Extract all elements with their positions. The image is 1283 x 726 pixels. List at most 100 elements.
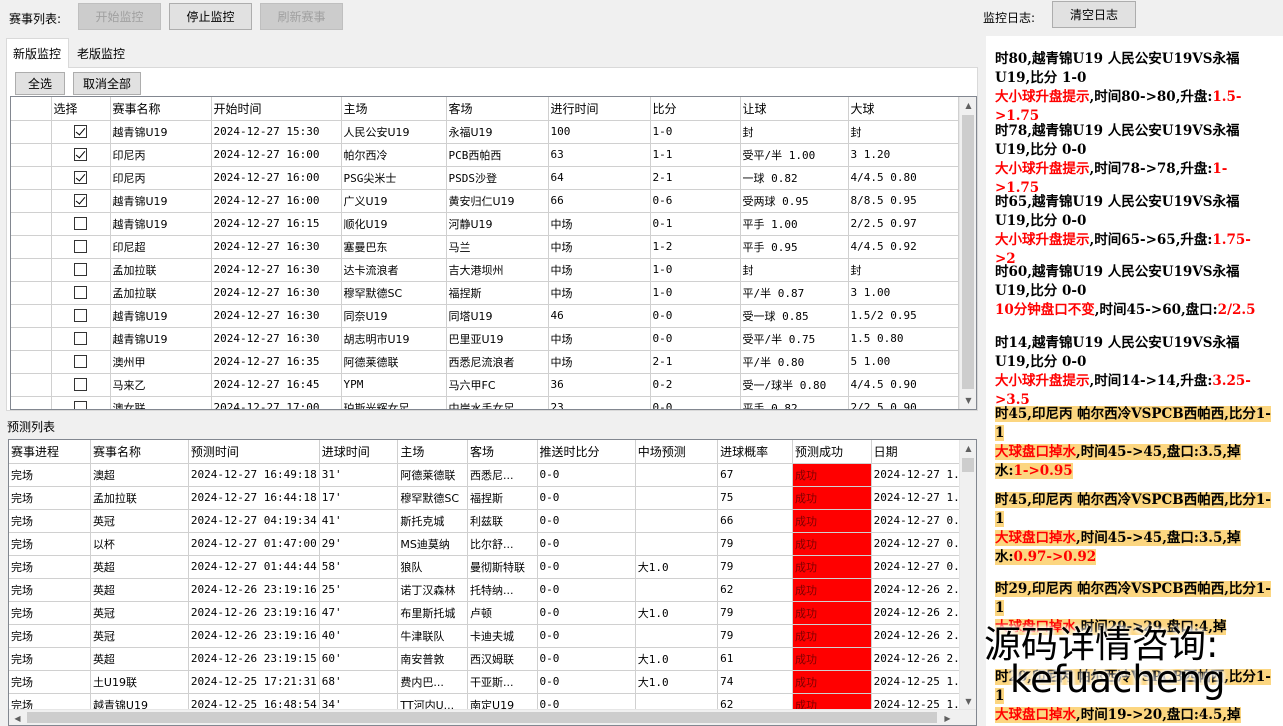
pred-scroll-down-icon[interactable]: ▼: [960, 693, 976, 710]
stop-monitor-button[interactable]: 停止监控: [169, 3, 252, 30]
select-checkbox[interactable]: [74, 286, 87, 300]
table-row[interactable]: 完场 英超 2024-12-26 23:19:15 60' 南安普敦 西汉姆联 0-0 大1.…: [9, 647, 976, 671]
cell-away: 福捏斯: [467, 486, 538, 510]
table-row[interactable]: 越青锦U19 2024-12-27 16:00 广义U19 黄安归仁U19 66 0-6 受…: [11, 189, 959, 213]
matches-scrollbar[interactable]: ▲ ▼: [959, 97, 976, 409]
column-header[interactable]: 进球概率: [717, 440, 793, 464]
column-header[interactable]: 预测成功: [792, 440, 872, 464]
select-cell[interactable]: [51, 258, 111, 282]
select-checkbox[interactable]: [74, 332, 87, 346]
table-row[interactable]: 完场 以杯 2024-12-27 01:47:00 29' MS迪莫纳 比尔舒... 0-0…: [9, 532, 976, 556]
column-header[interactable]: 预测时间: [188, 440, 320, 464]
table-row[interactable]: 完场 土U19联 2024-12-25 17:21:31 68' 费内巴... 干亚斯..…: [9, 670, 976, 694]
row-header-cell: [11, 396, 52, 409]
select-checkbox[interactable]: [74, 217, 87, 231]
cell-league: 印尼丙: [110, 166, 212, 190]
select-cell[interactable]: [51, 120, 111, 144]
scroll-up-icon[interactable]: ▲: [960, 97, 976, 114]
table-row[interactable]: 澳州甲 2024-12-27 16:35 阿德莱德联 西悉尼流浪者 中场 2-1 平/半 0…: [11, 350, 959, 374]
column-header[interactable]: 比分: [650, 97, 741, 121]
select-cell[interactable]: [51, 212, 111, 236]
table-row[interactable]: 澳女联 2024-12-27 17:00 珀斯光辉女足 中岸水手女足 23 0-0 平手 0…: [11, 396, 959, 409]
column-header[interactable]: 推送时比分: [537, 440, 636, 464]
column-header[interactable]: 让球: [740, 97, 849, 121]
predictions-hscrollbar[interactable]: ◀ ▶: [9, 709, 976, 725]
pred-scroll-left-icon[interactable]: ◀: [9, 710, 26, 725]
select-checkbox[interactable]: [74, 171, 87, 185]
table-row[interactable]: 马来乙 2024-12-27 16:45 YPM 马六甲FC 36 0-2 受一/球半 0.…: [11, 373, 959, 397]
table-row[interactable]: 完场 澳超 2024-12-27 16:49:18 31' 阿德莱德联 西悉尼... 0-0…: [9, 463, 976, 487]
column-header[interactable]: 赛事名称: [90, 440, 189, 464]
select-cell[interactable]: [51, 189, 111, 213]
column-header[interactable]: 进行时间: [548, 97, 651, 121]
deselect-all-button[interactable]: 取消全部: [73, 72, 141, 95]
select-cell[interactable]: [51, 143, 111, 167]
pred-scroll-up-icon[interactable]: ▲: [960, 440, 976, 457]
table-row[interactable]: 孟加拉联 2024-12-27 16:30 穆罕默德SC 福捏斯 中场 1-0 平/半 0.…: [11, 281, 959, 305]
column-header[interactable]: 赛事名称: [110, 97, 212, 121]
select-cell[interactable]: [51, 373, 111, 397]
table-row[interactable]: 完场 英冠 2024-12-27 04:19:34 41' 斯托克城 利兹联 0-0 66 成功…: [9, 509, 976, 533]
select-checkbox[interactable]: [74, 378, 87, 392]
tab-old-monitor[interactable]: 老版监控: [71, 38, 131, 68]
column-header[interactable]: 客场: [446, 97, 549, 121]
table-row[interactable]: 完场 英超 2024-12-27 01:44:44 58' 狼队 曼彻斯特联 0-0 大1.0…: [9, 555, 976, 579]
cell-league: 英冠: [90, 601, 189, 625]
log-change: 0.97->0.92: [1013, 549, 1097, 565]
select-checkbox[interactable]: [74, 355, 87, 369]
cell-handicap: 受平/半 0.75: [740, 327, 849, 351]
select-cell[interactable]: [51, 396, 111, 409]
start-monitor-button[interactable]: 开始监控: [78, 3, 161, 30]
select-checkbox[interactable]: [74, 125, 87, 139]
select-cell[interactable]: [51, 281, 111, 305]
table-row[interactable]: 越青锦U19 2024-12-27 16:15 顺化U19 河静U19 中场 0-1 平手 …: [11, 212, 959, 236]
column-header[interactable]: 客场: [467, 440, 538, 464]
column-header[interactable]: 主场: [341, 97, 447, 121]
table-row[interactable]: 完场 孟加拉联 2024-12-27 16:44:18 17' 穆罕默德SC 福捏斯 0-0…: [9, 486, 976, 510]
scroll-thumb[interactable]: [962, 115, 974, 389]
table-row[interactable]: 完场 英冠 2024-12-26 23:19:16 40' 牛津联队 卡迪夫城 0-0 79 成…: [9, 624, 976, 648]
cell-handicap: 一球 0.82: [740, 166, 849, 190]
select-cell[interactable]: [51, 350, 111, 374]
table-row[interactable]: 印尼丙 2024-12-27 16:00 PSG尖米士 PSDS沙登 64 2-1 一球 0…: [11, 166, 959, 190]
pred-hscroll-thumb[interactable]: [27, 712, 937, 723]
select-checkbox[interactable]: [74, 401, 87, 409]
table-row[interactable]: 越青锦U19 2024-12-27 16:30 胡志明市U19 巴里亚U19 中场 0-0…: [11, 327, 959, 351]
column-header[interactable]: 大球: [848, 97, 959, 121]
table-row[interactable]: 越青锦U19 2024-12-27 15:30 人民公安U19 永福U19 100 1-0…: [11, 120, 959, 144]
column-header[interactable]: 中场预测: [635, 440, 719, 464]
column-header[interactable]: 开始时间: [211, 97, 342, 121]
scroll-down-icon[interactable]: ▼: [960, 392, 976, 409]
select-cell[interactable]: [51, 304, 111, 328]
table-row[interactable]: 印尼超 2024-12-27 16:30 塞曼巴东 马兰 中场 1-2 平手 0.95 4/4…: [11, 235, 959, 259]
column-header[interactable]: 进球时间: [319, 440, 399, 464]
select-checkbox[interactable]: [74, 240, 87, 254]
tab-new-monitor[interactable]: 新版监控: [6, 38, 69, 68]
cell-result: 成功: [792, 670, 872, 694]
select-checkbox[interactable]: [74, 309, 87, 323]
select-cell[interactable]: [51, 327, 111, 351]
pred-scroll-thumb[interactable]: [962, 458, 974, 472]
select-checkbox[interactable]: [74, 148, 87, 162]
select-all-button[interactable]: 全选: [15, 72, 65, 95]
refresh-matches-button[interactable]: 刷新赛事: [260, 3, 343, 30]
table-row[interactable]: 印尼丙 2024-12-27 16:00 帕尔西冷 PCB西帕西 63 1-1 受平/半 1…: [11, 143, 959, 167]
clear-log-button[interactable]: 清空日志: [1052, 1, 1136, 28]
log-text: 时80,越青锦U19 人民公安U19VS永福U19,比分 1-0: [995, 51, 1240, 86]
select-cell[interactable]: [51, 166, 111, 190]
column-header[interactable]: 主场: [397, 440, 469, 464]
table-row[interactable]: 完场 英冠 2024-12-26 23:19:16 47' 布里斯托城 卢顿 0-0 大1.0…: [9, 601, 976, 625]
column-header[interactable]: 赛事进程: [9, 440, 91, 464]
select-checkbox[interactable]: [74, 263, 87, 277]
table-row[interactable]: 孟加拉联 2024-12-27 16:30 达卡流浪者 吉大港坝州 中场 1-0 封封: [11, 258, 959, 282]
cell-status: 完场: [9, 647, 91, 671]
select-cell[interactable]: [51, 235, 111, 259]
pred-scroll-right-icon[interactable]: ▶: [939, 710, 956, 725]
cell-time: 2024-12-26 23:19:16: [188, 578, 320, 602]
select-checkbox[interactable]: [74, 194, 87, 208]
predictions-vscrollbar[interactable]: ▲ ▼: [959, 440, 976, 710]
column-header[interactable]: 选择: [51, 97, 111, 121]
table-row[interactable]: 完场 英超 2024-12-26 23:19:16 25' 诺丁汉森林 托特纳... 0-0…: [9, 578, 976, 602]
table-row[interactable]: 越青锦U19 2024-12-27 16:30 同奈U19 同塔U19 46 0-0 受一球…: [11, 304, 959, 328]
cell-home: 达卡流浪者: [341, 258, 447, 282]
